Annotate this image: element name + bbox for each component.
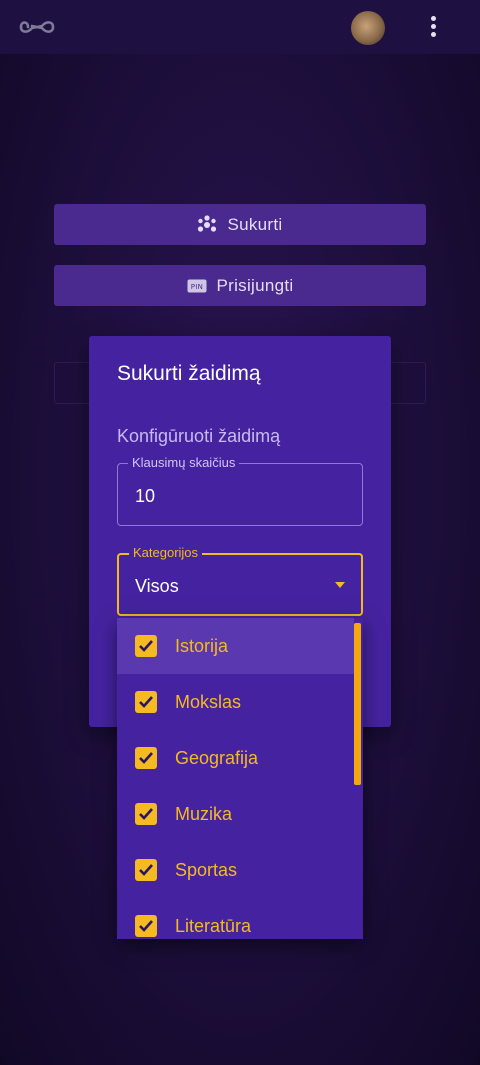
categories-value: Visos	[135, 576, 179, 596]
create-game-button[interactable]: Sukurti	[54, 204, 426, 245]
user-avatar[interactable]	[351, 11, 385, 45]
category-option[interactable]: Istorija	[117, 618, 354, 674]
pin-icon-text: PIN	[190, 283, 202, 291]
questions-count-label: Klausimų skaičius	[128, 455, 240, 470]
kebab-menu-icon[interactable]	[424, 14, 442, 40]
chevron-down-icon[interactable]	[335, 582, 345, 588]
checkbox-checked-icon[interactable]	[135, 859, 157, 881]
category-option-label: Istorija	[175, 635, 229, 656]
checkbox-checked-icon[interactable]	[135, 747, 157, 769]
checkbox-checked-icon[interactable]	[135, 803, 157, 825]
questions-count-field[interactable]: Klausimų skaičius 10	[117, 455, 363, 526]
pin-icon: PIN	[187, 279, 207, 293]
category-option-label: Geografija	[175, 747, 259, 768]
categories-select[interactable]: Kategorijos Visos	[117, 545, 363, 616]
category-option-label: Literatūra	[175, 915, 252, 936]
category-option-label: Mokslas	[175, 691, 242, 712]
category-option-label: Sportas	[175, 859, 238, 880]
top-app-bar	[0, 0, 480, 54]
dialog-subtitle: Konfigūruoti žaidimą	[117, 426, 281, 446]
create-game-label: Sukurti	[227, 214, 283, 234]
join-game-button[interactable]: PIN Prisijungti	[54, 265, 426, 306]
categories-label: Kategorijos	[129, 545, 203, 560]
categories-dropdown-menu: Istorija Mokslas Geografija Muzika Sport…	[117, 618, 363, 939]
menu-scrollbar[interactable]	[354, 623, 361, 785]
category-option[interactable]: Literatūra	[117, 898, 354, 939]
infinity-icon[interactable]	[18, 14, 56, 40]
join-game-label: Prisijungti	[216, 275, 294, 295]
questions-count-value[interactable]: 10	[135, 486, 155, 507]
atom-icon	[197, 214, 217, 235]
category-option[interactable]: Mokslas	[117, 674, 354, 730]
category-option[interactable]: Geografija	[117, 730, 354, 786]
checkbox-checked-icon[interactable]	[135, 635, 157, 657]
dialog-title: Sukurti žaidimą	[117, 362, 261, 385]
category-option[interactable]: Muzika	[117, 786, 354, 842]
checkbox-checked-icon[interactable]	[135, 691, 157, 713]
category-option-label: Muzika	[175, 803, 233, 824]
checkbox-checked-icon[interactable]	[135, 915, 157, 937]
category-option[interactable]: Sportas	[117, 842, 354, 898]
